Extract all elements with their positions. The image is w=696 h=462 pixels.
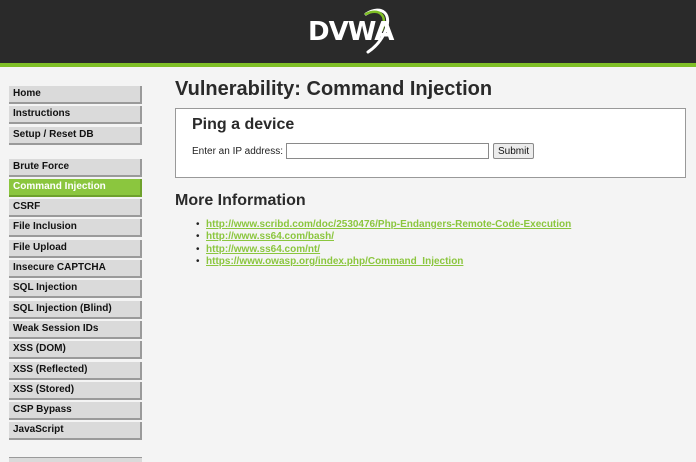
sidebar-item-command-injection[interactable]: Command Injection xyxy=(9,178,142,197)
sidebar-item-javascript[interactable]: JavaScript xyxy=(9,422,142,441)
link-owasp-command-injection[interactable]: https://www.owasp.org/index.php/Command_… xyxy=(206,256,463,267)
bullet-icon: • xyxy=(196,231,200,243)
sidebar-item-xss-dom[interactable]: XSS (DOM) xyxy=(9,341,142,360)
sidebar-item-csrf[interactable]: CSRF xyxy=(9,199,142,218)
submit-button[interactable]: Submit xyxy=(492,143,535,159)
more-information-links: • http://www.scribd.com/doc/2530476/Php-E… xyxy=(175,219,687,268)
list-item: • http://www.ss64.com/nt/ xyxy=(196,244,687,256)
ping-form: Enter an IP address: Submit xyxy=(192,143,669,159)
link-ss64-nt[interactable]: http://www.ss64.com/nt/ xyxy=(206,244,320,255)
sidebar-item-sql-injection[interactable]: SQL Injection xyxy=(9,280,142,299)
sidebar-item-partial[interactable] xyxy=(9,457,142,462)
sidebar-item-file-upload[interactable]: File Upload xyxy=(9,239,142,258)
sidebar-item-brute-force[interactable]: Brute Force xyxy=(9,158,142,177)
bullet-icon: • xyxy=(196,255,200,267)
link-ss64-bash[interactable]: http://www.ss64.com/bash/ xyxy=(206,231,334,242)
ip-address-input[interactable] xyxy=(285,143,489,159)
list-item: • http://www.ss64.com/bash/ xyxy=(196,231,687,243)
page-title: Vulnerability: Command Injection xyxy=(175,78,493,100)
dvwa-logo[interactable]: DVWA xyxy=(308,6,394,56)
sidebar-item-csp-bypass[interactable]: CSP Bypass xyxy=(9,402,142,421)
sidebar-menu: Home Instructions Setup / Reset DB Brute… xyxy=(9,86,142,454)
menu-group-main: Home Instructions Setup / Reset DB xyxy=(9,86,142,145)
logo-text: DVWA xyxy=(308,17,394,47)
sidebar-item-insecure-captcha[interactable]: Insecure CAPTCHA xyxy=(9,260,142,279)
header: DVWA xyxy=(0,0,696,67)
sidebar-item-instructions[interactable]: Instructions xyxy=(9,106,142,125)
main-content: Vulnerability: Command Injection Ping a … xyxy=(175,76,687,268)
link-scribd-php-endangers[interactable]: http://www.scribd.com/doc/2530476/Php-En… xyxy=(206,219,571,230)
sidebar-item-setup-reset-db[interactable]: Setup / Reset DB xyxy=(9,126,142,145)
sidebar-item-home[interactable]: Home xyxy=(9,86,142,104)
sidebar-item-file-inclusion[interactable]: File Inclusion xyxy=(9,219,142,238)
ping-device-box: Ping a device Enter an IP address: Submi… xyxy=(175,108,686,178)
sidebar-item-xss-stored[interactable]: XSS (Stored) xyxy=(9,381,142,400)
list-item: • https://www.owasp.org/index.php/Command… xyxy=(196,256,687,268)
sidebar-item-xss-reflected[interactable]: XSS (Reflected) xyxy=(9,361,142,380)
ping-section-title: Ping a device xyxy=(192,116,295,133)
bullet-icon: • xyxy=(196,219,200,230)
list-item: • http://www.scribd.com/doc/2530476/Php-E… xyxy=(196,219,687,231)
ip-address-label: Enter an IP address: xyxy=(192,145,283,157)
sidebar-item-sql-injection-blind[interactable]: SQL Injection (Blind) xyxy=(9,300,142,319)
sidebar-item-weak-session-ids[interactable]: Weak Session IDs xyxy=(9,320,142,339)
more-information-title: More Information xyxy=(175,192,306,209)
menu-group-vulnerabilities: Brute Force Command Injection CSRF File … xyxy=(9,158,142,441)
bullet-icon: • xyxy=(196,243,200,255)
